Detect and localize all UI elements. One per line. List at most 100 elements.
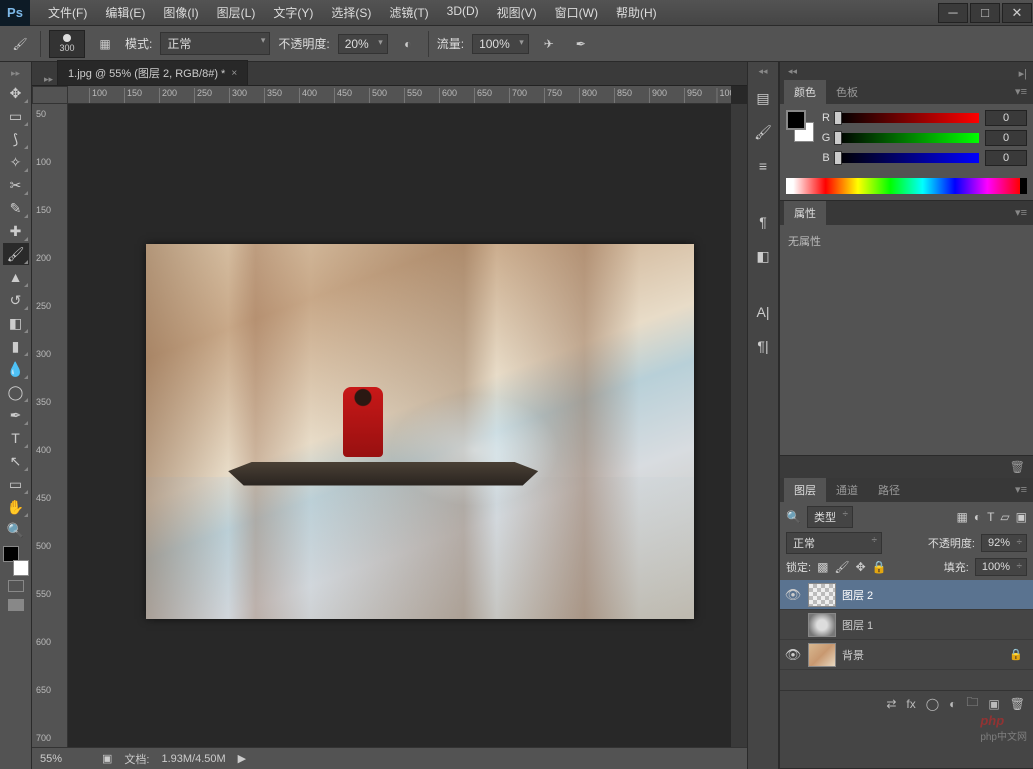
r-value[interactable]: 0 (985, 110, 1027, 126)
color-ramp[interactable] (786, 178, 1027, 194)
tab-properties[interactable]: 属性 (784, 201, 826, 225)
zoom-tool[interactable]: 🔍 (3, 519, 29, 541)
shape-tool[interactable]: ▭ (3, 473, 29, 495)
menu-3d[interactable]: 3D(D) (439, 0, 487, 25)
layer-row[interactable]: 👁图层 2 (780, 580, 1033, 610)
tool-preset-icon[interactable]: 🖌 (8, 32, 32, 56)
pressure-opacity-icon[interactable]: ◐ (396, 32, 420, 56)
g-value[interactable]: 0 (985, 130, 1027, 146)
group-icon[interactable]: 🗀 (966, 693, 978, 714)
layer-opacity-value[interactable]: 92% (981, 534, 1027, 552)
canvas-image[interactable] (146, 244, 694, 619)
trash-icon[interactable]: 🗑 (1010, 460, 1025, 474)
filter-pixel-icon[interactable]: ▦ (956, 510, 967, 524)
history-panel-icon[interactable]: ▤ (750, 85, 776, 111)
layer-thumbnail[interactable] (808, 613, 836, 637)
stamp-tool[interactable]: ▲ (3, 266, 29, 288)
new-layer-icon[interactable]: ▣ (988, 697, 999, 711)
viewport[interactable] (68, 104, 731, 747)
screen-mode[interactable] (3, 596, 29, 614)
menu-filter[interactable]: 滤镜(T) (381, 0, 436, 25)
gradient-tool[interactable]: ▮ (3, 335, 29, 357)
lock-transparency-icon[interactable]: ▩ (817, 560, 828, 574)
filter-type-icon[interactable]: T (987, 510, 994, 524)
fg-color-swatch[interactable] (786, 110, 806, 130)
minimize-button[interactable]: ─ (938, 3, 968, 23)
quickmask-standard[interactable] (3, 577, 29, 595)
brush-presets-icon[interactable]: ≡ (750, 153, 776, 179)
layer-name[interactable]: 图层 2 (842, 587, 873, 603)
tab-swatches[interactable]: 色板 (826, 80, 868, 104)
history-brush-tool[interactable]: ↺ (3, 289, 29, 311)
opacity-dropdown[interactable]: 20% (338, 34, 388, 54)
path-select-tool[interactable]: ↖ (3, 450, 29, 472)
tab-paths[interactable]: 路径 (868, 478, 910, 502)
menu-type[interactable]: 文字(Y) (265, 0, 321, 25)
lasso-tool[interactable]: ⟆ (3, 128, 29, 150)
character-panel-icon[interactable]: ¶ (750, 209, 776, 235)
ruler-origin[interactable] (32, 86, 68, 104)
menu-edit[interactable]: 编辑(E) (97, 0, 153, 25)
menu-file[interactable]: 文件(F) (40, 0, 95, 25)
ruler-vertical[interactable]: 5010015020025030035040045050055060065070… (32, 104, 68, 747)
marquee-tool[interactable]: ▭ (3, 105, 29, 127)
styles-panel-icon[interactable]: ◧ (750, 243, 776, 269)
layer-thumbnail[interactable] (808, 583, 836, 607)
eyedropper-tool[interactable]: ✎ (3, 197, 29, 219)
document-tab[interactable]: 1.jpg @ 55% (图层 2, RGB/8#) * × (57, 60, 248, 85)
brush-panel-toggle-icon[interactable]: ▦ (93, 32, 117, 56)
pressure-size-icon[interactable]: ✒ (569, 32, 593, 56)
blur-tool[interactable]: 💧 (3, 358, 29, 380)
tab-close-icon[interactable]: × (231, 68, 237, 79)
r-slider[interactable] (838, 113, 979, 123)
lock-all-icon[interactable]: 🔒 (872, 560, 887, 574)
healing-tool[interactable]: ✚ (3, 220, 29, 242)
paragraph-panel-icon[interactable]: A| (750, 299, 776, 325)
delete-layer-icon[interactable]: 🗑 (1010, 697, 1025, 711)
layer-visibility-icon[interactable]: 👁 (784, 647, 802, 663)
move-tool[interactable]: ✥ (3, 82, 29, 104)
filter-smart-icon[interactable]: ▣ (1016, 510, 1027, 524)
menu-select[interactable]: 选择(S) (323, 0, 379, 25)
filter-search-icon[interactable]: 🔍 (786, 510, 801, 524)
flow-dropdown[interactable]: 100% (472, 34, 529, 54)
menu-window[interactable]: 窗口(W) (547, 0, 606, 25)
brush-preview[interactable]: 300 (49, 30, 85, 58)
tab-color[interactable]: 颜色 (784, 80, 826, 104)
tab-layers[interactable]: 图层 (784, 478, 826, 502)
adjustment-layer-icon[interactable]: ◐ (949, 697, 956, 711)
b-slider[interactable] (838, 153, 979, 163)
filter-adjust-icon[interactable]: ◐ (974, 510, 981, 524)
b-value[interactable]: 0 (985, 150, 1027, 166)
blend-mode-dropdown[interactable]: 正常 (160, 32, 270, 55)
strip-grip[interactable]: ◂◂ (758, 66, 767, 77)
layer-blend-dropdown[interactable]: 正常 (786, 532, 882, 554)
close-button[interactable]: ✕ (1002, 3, 1032, 23)
glyphs-panel-icon[interactable]: ¶| (750, 333, 776, 359)
properties-panel-menu[interactable]: ▾≡ (1015, 206, 1027, 219)
layers-panel-menu[interactable]: ▾≡ (1015, 483, 1027, 496)
lock-position-icon[interactable]: ✥ (856, 560, 866, 574)
layer-row[interactable]: 👁背景🔒 (780, 640, 1033, 670)
background-swatch[interactable] (13, 560, 29, 576)
brush-panel-icon[interactable]: 🖌 (750, 119, 776, 145)
dodge-tool[interactable]: ◯ (3, 381, 29, 403)
crop-tool[interactable]: ✂ (3, 174, 29, 196)
zoom-value[interactable]: 55% (40, 753, 90, 765)
pen-tool[interactable]: ✒ (3, 404, 29, 426)
color-swatch[interactable] (3, 546, 29, 576)
status-arrow-icon[interactable]: ▶ (238, 752, 246, 765)
eraser-tool[interactable]: ◧ (3, 312, 29, 334)
color-panel-menu[interactable]: ▾≡ (1015, 85, 1027, 98)
layer-row[interactable]: 图层 1 (780, 610, 1033, 640)
layer-thumbnail[interactable] (808, 643, 836, 667)
color-swatch-pair[interactable] (786, 110, 814, 142)
menu-help[interactable]: 帮助(H) (608, 0, 665, 25)
layer-mask-icon[interactable]: ◯ (926, 697, 939, 711)
scrollbar-vertical[interactable] (731, 104, 747, 747)
fill-value[interactable]: 100% (975, 558, 1027, 576)
magic-wand-tool[interactable]: ✧ (3, 151, 29, 173)
toolbox-grip[interactable]: ▸▸ (11, 66, 20, 81)
link-layers-icon[interactable]: ⇄ (886, 697, 896, 711)
lock-pixels-icon[interactable]: 🖌 (834, 560, 849, 574)
